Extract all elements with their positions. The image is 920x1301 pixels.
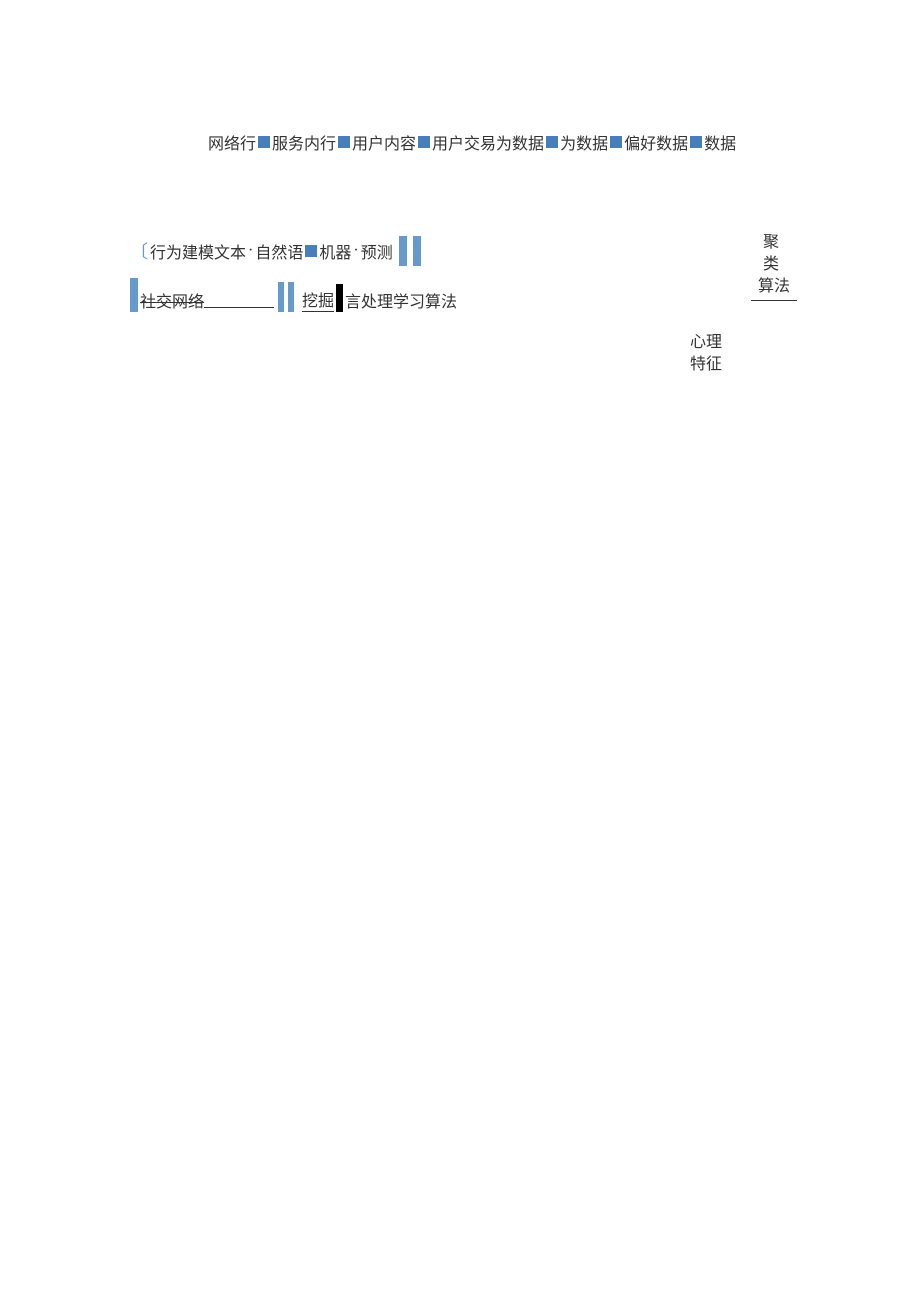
method-text-4: 预测 [361, 239, 393, 263]
method-text-3: 机器 [319, 239, 351, 263]
methods-row-2: 社交网络 挖掘 言处理学习算法 [130, 278, 457, 312]
clustering-block: 聚 类 算法 [750, 232, 798, 301]
box-icon [418, 136, 430, 148]
box-icon [610, 136, 622, 148]
processing-text: 言处理学习算法 [345, 288, 457, 312]
top-text-1: 服务内行 [272, 130, 336, 154]
bar-icon [288, 282, 294, 312]
top-text-6: 数据 [704, 130, 736, 154]
bar-icon [399, 236, 407, 266]
methods-row-1: 〔 行为建模文本 · 自然语 机器 · 预测 [130, 236, 421, 266]
box-icon [305, 245, 317, 257]
double-bar-icon [278, 282, 294, 312]
dot-separator: · [353, 242, 358, 260]
top-text-3: 用户交易为数据 [432, 130, 544, 154]
psych-line-1: 心理 [690, 332, 722, 354]
method-text-1: 行为建模文本 [150, 239, 246, 263]
box-icon [546, 136, 558, 148]
horizontal-line [204, 307, 274, 308]
bar-icon [413, 236, 421, 266]
box-icon [338, 136, 350, 148]
social-network-text: 社交网络 [140, 288, 204, 312]
clustering-line-1: 聚 类 [750, 232, 798, 276]
double-bar-icon [397, 236, 421, 266]
clustering-line-2: 算法 [751, 276, 797, 301]
psychology-block: 心理 特征 [690, 332, 722, 376]
top-data-row: 网络行 服务内行 用户内容 用户交易为数据 为数据 偏好数据 数据 [208, 130, 736, 154]
box-icon [258, 136, 270, 148]
top-text-2: 用户内容 [352, 130, 416, 154]
mining-text: 挖掘 [302, 287, 334, 312]
bar-icon [278, 282, 284, 312]
top-text-0: 网络行 [208, 130, 256, 154]
top-text-4: 为数据 [560, 130, 608, 154]
method-text-2: 自然语 [255, 239, 303, 263]
top-text-5: 偏好数据 [624, 130, 688, 154]
dot-separator: · [248, 242, 253, 260]
bar-icon [130, 278, 138, 312]
black-bar-icon [336, 284, 343, 312]
psych-line-2: 特征 [690, 354, 722, 376]
box-icon [690, 136, 702, 148]
bracket-icon: 〔 [130, 238, 148, 264]
